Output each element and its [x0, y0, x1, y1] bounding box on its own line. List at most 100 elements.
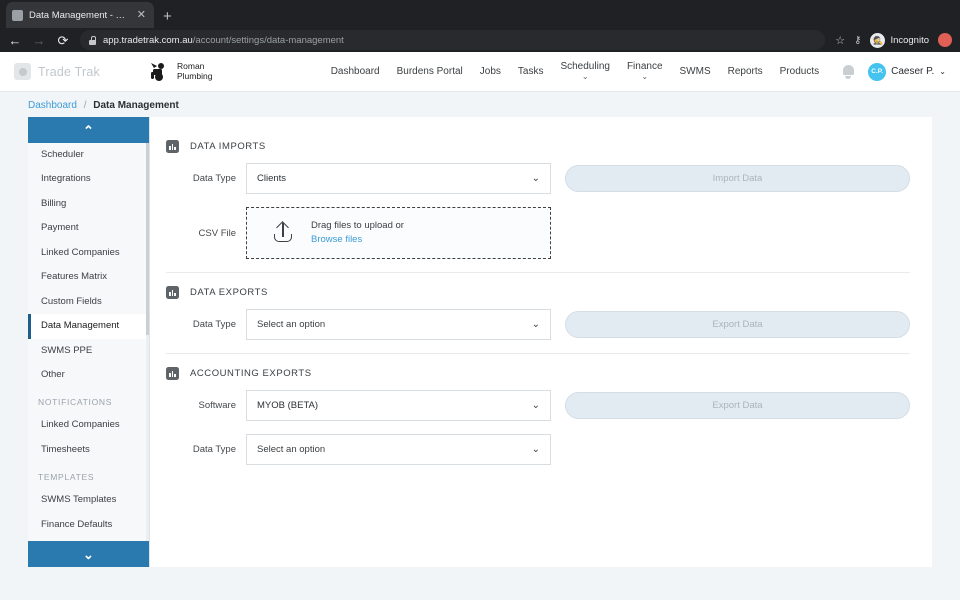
sidebar-item-finance-defaults[interactable]: Finance Defaults [28, 513, 149, 537]
sidebar-section-notifications: NOTIFICATIONS [38, 397, 113, 408]
roman-plumbing-logo-icon [151, 62, 164, 81]
sidebar-scrollbar-thumb[interactable] [146, 135, 149, 335]
section-accounting-exports: ACCOUNTING EXPORTS Software MYOB (BETA) … [166, 353, 910, 465]
bar-chart-icon [166, 140, 179, 153]
button-label: Export Data [712, 400, 763, 411]
sidebar-item-scheduler[interactable]: Scheduler [28, 143, 149, 167]
nav-label: Dashboard [330, 65, 380, 77]
export-data-type-select[interactable]: Select an option ⌄ [246, 309, 551, 340]
sidebar-item-data-management[interactable]: Data Management [28, 314, 149, 339]
browser-tab[interactable]: Data Management - Trade Trak ✕ [6, 2, 154, 28]
sidebar-item-features-matrix[interactable]: Features Matrix [28, 265, 149, 289]
section-header: DATA EXPORTS [166, 281, 910, 309]
chevron-down-icon: ⌄ [531, 172, 540, 184]
sidebar-item-custom-fields[interactable]: Custom Fields [28, 290, 149, 314]
field-export-data-type: Data Type Select an option ⌄ Export Data [166, 309, 910, 340]
field-csv-file: CSV File Drag files to upload or Browse … [166, 207, 910, 259]
field-label: CSV File [198, 227, 236, 239]
forward-icon[interactable]: → [32, 34, 46, 47]
sidebar-item-integrations[interactable]: Integrations [28, 167, 149, 191]
select-value: MYOB (BETA) [257, 400, 319, 411]
sidebar-item-linked-companies[interactable]: Linked Companies [28, 241, 149, 265]
nav-scheduling[interactable]: Scheduling ⌄ [560, 61, 609, 82]
bar-chart-icon [166, 367, 179, 380]
bar-chart-icon [166, 286, 179, 299]
nav-label: Reports [727, 65, 763, 77]
nav-label: Products [779, 65, 820, 77]
sidebar-item-other[interactable]: Other [28, 363, 149, 387]
chevron-down-icon: ⌄ [641, 72, 649, 82]
address-bar[interactable]: app.tradetrak.com.au/account/settings/da… [80, 30, 826, 50]
sidebar-item-payment[interactable]: Payment [28, 216, 149, 240]
avatar: C.P. [868, 62, 887, 81]
import-data-button[interactable]: Import Data [565, 165, 910, 192]
nav-burdens-portal[interactable]: Burdens Portal [397, 66, 463, 77]
field-label: Data Type [192, 173, 236, 184]
key-icon[interactable]: ⚷ [854, 35, 861, 46]
user-menu[interactable]: C.P. Caeser P. ⌄ [868, 62, 946, 81]
sidebar-scroll-up[interactable]: ⌃ [28, 117, 149, 143]
profile-avatar-icon[interactable] [938, 33, 952, 47]
sidebar-item-notif-linked-companies[interactable]: Linked Companies [28, 413, 149, 437]
close-icon[interactable]: ✕ [135, 9, 148, 21]
browse-files-link[interactable]: Browse files [311, 233, 404, 247]
sidebar-scrollbar-track[interactable] [146, 117, 149, 567]
sidebar-item-billing[interactable]: Billing [28, 192, 149, 216]
brand-name: Trade Trak [38, 64, 100, 79]
section-header: DATA IMPORTS [166, 135, 910, 163]
tab-strip: Data Management - Trade Trak ✕ + [0, 0, 960, 28]
trade-trak-logo-icon [14, 63, 31, 80]
sidebar-scroll-area: Notifications Scheduler Integrations Bil… [28, 117, 149, 567]
accounting-export-button[interactable]: Export Data [565, 392, 910, 419]
dropzone-instruction: Drag files to upload or [311, 220, 404, 232]
nav-label: SWMS [679, 65, 711, 77]
bookmark-star-icon[interactable]: ☆ [835, 34, 845, 47]
nav-dashboard[interactable]: Dashboard [331, 66, 380, 77]
lock-icon [89, 35, 97, 45]
settings-panel: DATA IMPORTS Data Type Clients ⌄ Import … [150, 117, 932, 567]
field-label: Software [198, 400, 237, 411]
nav-reports[interactable]: Reports [728, 66, 763, 77]
export-data-button[interactable]: Export Data [565, 311, 910, 338]
nav-swms[interactable]: SWMS [680, 66, 711, 77]
csv-dropzone[interactable]: Drag files to upload or Browse files [246, 207, 551, 259]
brand-logo[interactable]: Trade Trak [14, 63, 138, 80]
settings-sidebar: Notifications Scheduler Integrations Bil… [28, 117, 150, 567]
tab-title: Data Management - Trade Trak [29, 9, 129, 21]
chevron-down-icon: ⌄ [83, 546, 94, 562]
sidebar-item-timesheets[interactable]: Timesheets [28, 438, 149, 462]
field-accounting-software: Software MYOB (BETA) ⌄ Export Data [166, 390, 910, 421]
accounting-software-select[interactable]: MYOB (BETA) ⌄ [246, 390, 551, 421]
incognito-label: Incognito [890, 34, 929, 46]
nav-jobs[interactable]: Jobs [480, 66, 501, 77]
upload-icon [271, 221, 295, 245]
nav-finance[interactable]: Finance ⌄ [627, 61, 663, 82]
accounting-data-type-select[interactable]: Select an option ⌄ [246, 434, 551, 465]
sidebar-item-swms-templates[interactable]: SWMS Templates [28, 488, 149, 512]
toolbar-actions: ☆ ⚷ 🕵 Incognito [835, 32, 952, 48]
chevron-down-icon: ⌄ [531, 443, 540, 455]
section-data-exports: DATA EXPORTS Data Type Select an option … [166, 272, 910, 340]
select-value: Select an option [257, 444, 326, 455]
dropzone-text: Drag files to upload or Browse files [311, 219, 404, 247]
incognito-icon: 🕵 [870, 32, 886, 48]
breadcrumb-separator: / [83, 100, 87, 111]
incognito-indicator[interactable]: 🕵 Incognito [870, 32, 929, 48]
button-label: Import Data [712, 173, 763, 184]
back-icon[interactable]: ← [8, 34, 22, 47]
app-header: Trade Trak Roman Plumbing Dashboard Burd… [0, 52, 960, 92]
main-navigation: Dashboard Burdens Portal Jobs Tasks Sche… [331, 61, 819, 82]
notification-bell-icon[interactable] [841, 64, 855, 80]
nav-label: Finance [626, 61, 663, 73]
breadcrumb-dashboard[interactable]: Dashboard [28, 100, 77, 111]
section-title: DATA EXPORTS [190, 287, 268, 298]
sidebar-item-swms-ppe[interactable]: SWMS PPE [28, 339, 149, 363]
sidebar-scroll-down[interactable]: ⌄ [28, 541, 149, 567]
favicon [12, 9, 23, 21]
nav-tasks[interactable]: Tasks [518, 66, 544, 77]
reload-icon[interactable]: ⟳ [56, 34, 70, 47]
import-data-type-select[interactable]: Clients ⌄ [246, 163, 551, 194]
field-import-data-type: Data Type Clients ⌄ Import Data [166, 163, 910, 194]
new-tab-icon[interactable]: + [163, 8, 172, 25]
nav-products[interactable]: Products [780, 66, 819, 77]
